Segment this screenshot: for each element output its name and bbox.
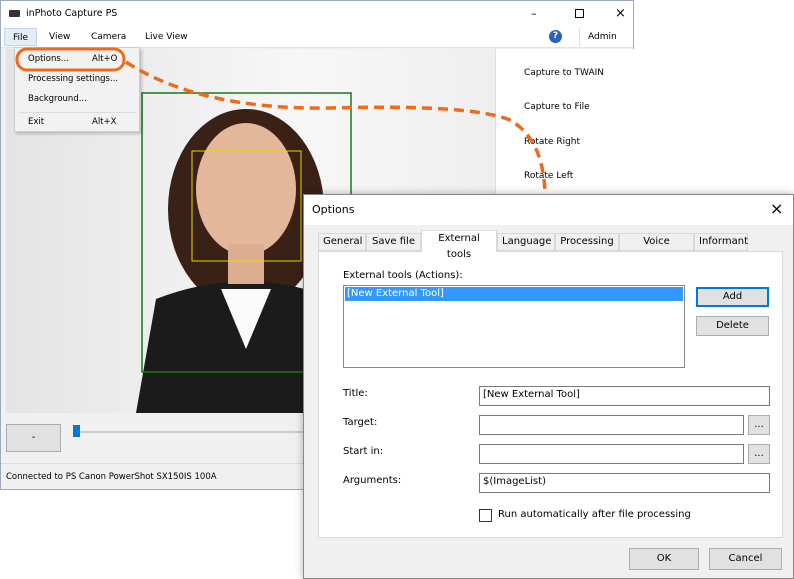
cancel-button[interactable]: Cancel — [709, 548, 782, 570]
tab-general[interactable]: General — [318, 233, 366, 251]
slider-thumb[interactable] — [73, 425, 80, 437]
title-input[interactable]: [New External Tool] — [479, 386, 770, 406]
title-label: Title: — [343, 388, 368, 399]
camera-icon — [9, 9, 20, 17]
capture-file-button[interactable]: Capture to File — [524, 102, 590, 112]
add-button[interactable]: Add — [696, 287, 769, 307]
menu-item-processing-settings[interactable]: Processing settings... — [28, 74, 118, 84]
admin-button[interactable]: Admin — [579, 28, 625, 46]
tab-language[interactable]: Language — [497, 233, 555, 251]
dialog-title: Options — [312, 203, 355, 216]
dialog-close-button[interactable]: × — [770, 199, 783, 218]
close-button[interactable]: × — [615, 6, 626, 21]
dialog-title-bar: Options × — [304, 195, 793, 225]
file-menu-dropdown: Options... Alt+O Processing settings... B… — [14, 47, 140, 132]
options-dialog: Options × General Save file External too… — [303, 194, 794, 579]
menu-bar: File View Camera Live View ? Admin — [1, 25, 633, 48]
menu-live-view[interactable]: Live View — [137, 28, 196, 46]
status-text: Connected to PS Canon PowerShot SX150IS … — [6, 472, 217, 482]
tab-processing[interactable]: Processing — [555, 233, 619, 251]
zoom-slider[interactable] — [73, 425, 313, 437]
menu-item-background[interactable]: Background... — [28, 94, 87, 104]
list-item[interactable]: [New External Tool] — [345, 287, 683, 301]
tools-listbox[interactable]: [New External Tool] — [343, 285, 685, 368]
minimize-button[interactable]: – — [531, 7, 537, 20]
list-label: External tools (Actions): — [343, 270, 463, 281]
rotate-left-button[interactable]: Rotate Left — [524, 171, 573, 181]
target-label: Target: — [343, 417, 378, 428]
delete-button[interactable]: Delete — [696, 316, 769, 336]
menu-file[interactable]: File — [4, 28, 38, 46]
menu-view[interactable]: View — [41, 28, 78, 46]
tab-external-tools[interactable]: External tools — [421, 230, 497, 260]
run-auto-checkbox[interactable] — [479, 509, 492, 522]
rotate-right-button[interactable]: Rotate Right — [524, 137, 580, 147]
run-auto-label[interactable]: Run automatically after file processing — [498, 509, 691, 520]
target-browse-button[interactable]: ... — [748, 415, 770, 435]
title-bar: inPhoto Capture PS – × — [1, 1, 633, 25]
arguments-input[interactable]: $(ImageList) — [479, 473, 770, 493]
menu-item-options[interactable]: Options... Alt+O — [28, 54, 128, 64]
startin-label: Start in: — [343, 446, 384, 457]
ok-button[interactable]: OK — [629, 548, 699, 570]
window-title: inPhoto Capture PS — [26, 7, 118, 19]
menu-separator — [19, 112, 137, 113]
capture-twain-button[interactable]: Capture to TWAIN — [524, 68, 604, 78]
startin-input[interactable] — [479, 444, 744, 464]
target-input[interactable] — [479, 415, 744, 435]
maximize-button[interactable] — [575, 8, 584, 18]
help-icon[interactable]: ? — [549, 30, 562, 43]
arguments-label: Arguments: — [343, 475, 402, 486]
startin-browse-button[interactable]: ... — [748, 444, 770, 464]
menu-item-exit[interactable]: Exit Alt+X — [28, 117, 128, 127]
minus-button[interactable]: - — [6, 424, 61, 452]
tab-save-file[interactable]: Save file — [366, 233, 421, 251]
tab-voice-control[interactable]: Voice Control — [619, 233, 694, 263]
menu-camera[interactable]: Camera — [83, 28, 134, 46]
tab-informant[interactable]: Informant — [694, 233, 748, 251]
